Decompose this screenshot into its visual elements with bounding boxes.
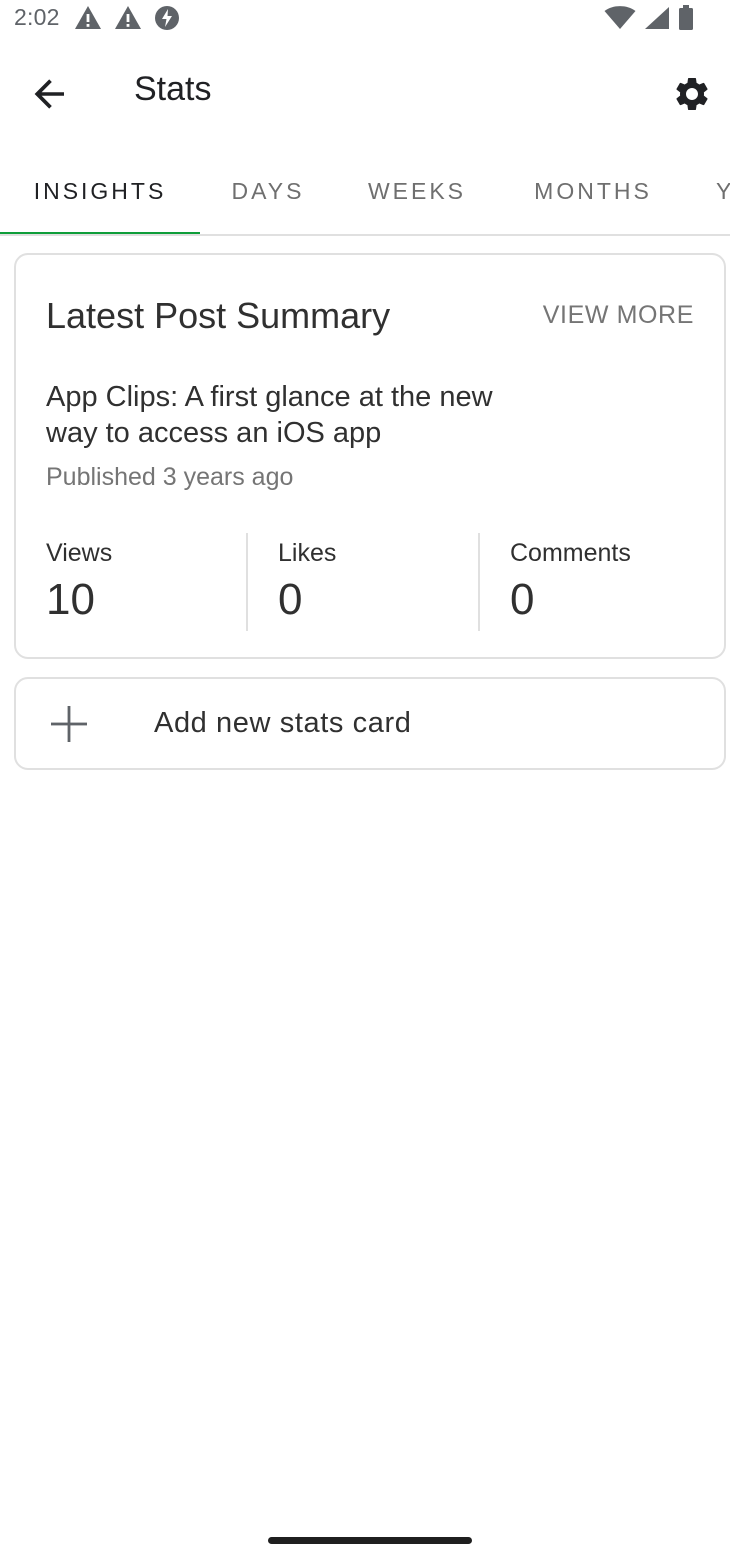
battery-icon bbox=[679, 5, 693, 30]
page-title: Stats bbox=[134, 70, 212, 108]
tab-weeks[interactable]: WEEKS bbox=[336, 146, 498, 234]
status-bar: 2:02 bbox=[0, 0, 730, 36]
cell-signal-icon bbox=[645, 7, 669, 29]
stat-likes: Likes 0 bbox=[278, 531, 478, 631]
settings-button[interactable] bbox=[664, 66, 720, 122]
stat-value: 0 bbox=[510, 575, 535, 624]
stat-value: 10 bbox=[46, 575, 95, 624]
status-time: 2:02 bbox=[14, 4, 60, 30]
stat-label: Comments bbox=[510, 539, 631, 567]
stat-views: Views 10 bbox=[46, 531, 246, 631]
stat-label: Likes bbox=[278, 539, 337, 567]
plus-icon bbox=[51, 706, 87, 742]
stat-comments: Comments 0 bbox=[510, 531, 710, 631]
active-tab-indicator bbox=[0, 232, 200, 234]
add-new-stats-card-button[interactable]: Add new stats card bbox=[14, 677, 726, 770]
post-title[interactable]: App Clips: A first glance at the new way… bbox=[46, 379, 546, 451]
view-more-button[interactable]: VIEW MORE bbox=[543, 301, 694, 330]
tab-days[interactable]: DAYS bbox=[200, 146, 336, 234]
gesture-nav-handle[interactable] bbox=[268, 1537, 472, 1544]
system-icons bbox=[604, 5, 694, 31]
stat-divider bbox=[246, 533, 248, 631]
notification-icons bbox=[74, 5, 180, 31]
data-saver-icon bbox=[155, 6, 179, 30]
stat-value: 0 bbox=[278, 575, 303, 624]
card-title: Latest Post Summary bbox=[46, 295, 391, 336]
gear-icon bbox=[676, 77, 708, 110]
post-published-date: Published 3 years ago bbox=[46, 463, 294, 491]
warning-icon bbox=[115, 6, 141, 29]
stats-row: Views 10 Likes 0 Comments 0 bbox=[16, 531, 724, 631]
tab-insights[interactable]: INSIGHTS bbox=[0, 146, 200, 234]
back-button[interactable] bbox=[22, 66, 78, 122]
tab-bar: INSIGHTS DAYS WEEKS MONTHS Y bbox=[0, 146, 730, 236]
arrow-back-icon bbox=[34, 79, 64, 109]
tab-months[interactable]: MONTHS bbox=[498, 146, 688, 234]
wifi-icon bbox=[604, 6, 636, 29]
latest-post-summary-card: Latest Post Summary VIEW MORE App Clips:… bbox=[14, 253, 726, 659]
add-card-label: Add new stats card bbox=[154, 707, 412, 739]
stat-divider bbox=[478, 533, 480, 631]
app-bar: Stats bbox=[0, 40, 730, 144]
tab-years[interactable]: Y bbox=[688, 146, 730, 234]
stat-label: Views bbox=[46, 539, 113, 567]
warning-icon bbox=[75, 6, 101, 29]
